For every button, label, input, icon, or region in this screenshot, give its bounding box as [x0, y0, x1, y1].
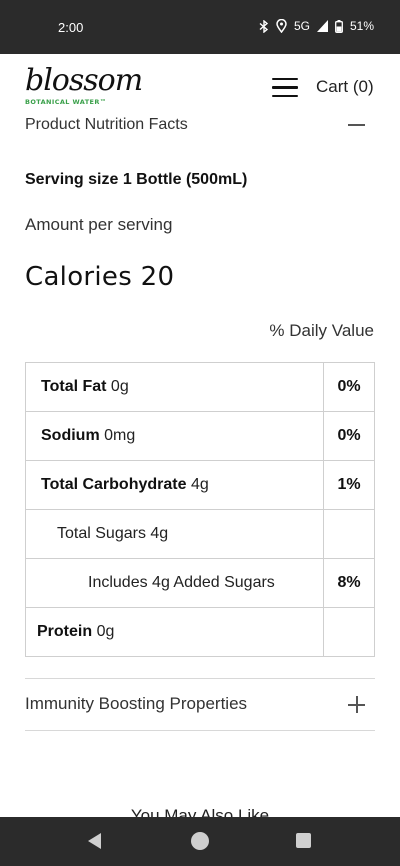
brand-logo[interactable]: blossom BOTANICAL WATER™ [25, 63, 143, 112]
nutrient-label: Includes 4g Added Sugars [25, 558, 324, 608]
status-icons: 5G 51% [259, 19, 374, 33]
nutrient-dv: 0% [323, 362, 375, 412]
cart-link[interactable]: Cart (0) [316, 77, 374, 97]
status-bar: 2:00 5G 51% [0, 0, 400, 54]
immunity-accordion-title[interactable]: Immunity Boosting Properties [25, 694, 247, 714]
nutrient-label: Protein 0g [25, 607, 324, 657]
signal-icon [316, 20, 328, 32]
status-time: 2:00 [58, 20, 84, 35]
table-row: Total Carbohydrate 4g 1% [25, 460, 375, 510]
logo-wordmark: blossom [25, 63, 143, 98]
divider [25, 730, 375, 731]
nutrient-label: Total Fat 0g [25, 362, 324, 412]
nutrient-label: Sodium 0mg [25, 411, 324, 461]
recents-icon[interactable] [296, 833, 311, 848]
table-row: Total Fat 0g 0% [25, 362, 375, 412]
site-header: blossom BOTANICAL WATER™ Cart (0) [0, 54, 400, 120]
battery-icon [335, 19, 343, 33]
table-row: Protein 0g [25, 607, 375, 657]
table-row: Sodium 0mg 0% [25, 411, 375, 461]
minus-icon[interactable] [348, 124, 365, 126]
nutrient-dv: 8% [323, 558, 375, 608]
battery-percent: 51% [349, 19, 374, 33]
daily-value-header: % Daily Value [269, 321, 374, 340]
back-icon[interactable] [88, 833, 101, 849]
nutrition-table: Total Fat 0g 0% Sodium 0mg 0% Total Carb… [25, 362, 375, 657]
network-type: 5G [293, 19, 310, 33]
divider [25, 678, 375, 679]
nutrient-label: Total Sugars 4g [25, 509, 324, 559]
nutrient-dv [323, 607, 375, 657]
logo-tagline: BOTANICAL WATER™ [25, 98, 107, 106]
navigation-bar [0, 817, 400, 866]
nutrient-label: Total Carbohydrate 4g [25, 460, 324, 510]
calories: Calories 20 [25, 262, 175, 292]
home-icon[interactable] [191, 832, 209, 850]
nutrient-dv [323, 509, 375, 559]
amount-per-serving: Amount per serving [25, 215, 173, 234]
nutrition-accordion-title[interactable]: Product Nutrition Facts [25, 116, 188, 134]
serving-size: Serving size 1 Bottle (500mL) [25, 171, 248, 188]
plus-icon[interactable] [348, 696, 365, 713]
table-row: Includes 4g Added Sugars 8% [25, 558, 375, 608]
hamburger-menu-icon[interactable] [272, 78, 298, 98]
location-icon [276, 19, 287, 33]
nutrient-dv: 1% [323, 460, 375, 510]
nutrient-dv: 0% [323, 411, 375, 461]
bluetooth-icon [259, 19, 269, 33]
table-row: Total Sugars 4g [25, 509, 375, 559]
